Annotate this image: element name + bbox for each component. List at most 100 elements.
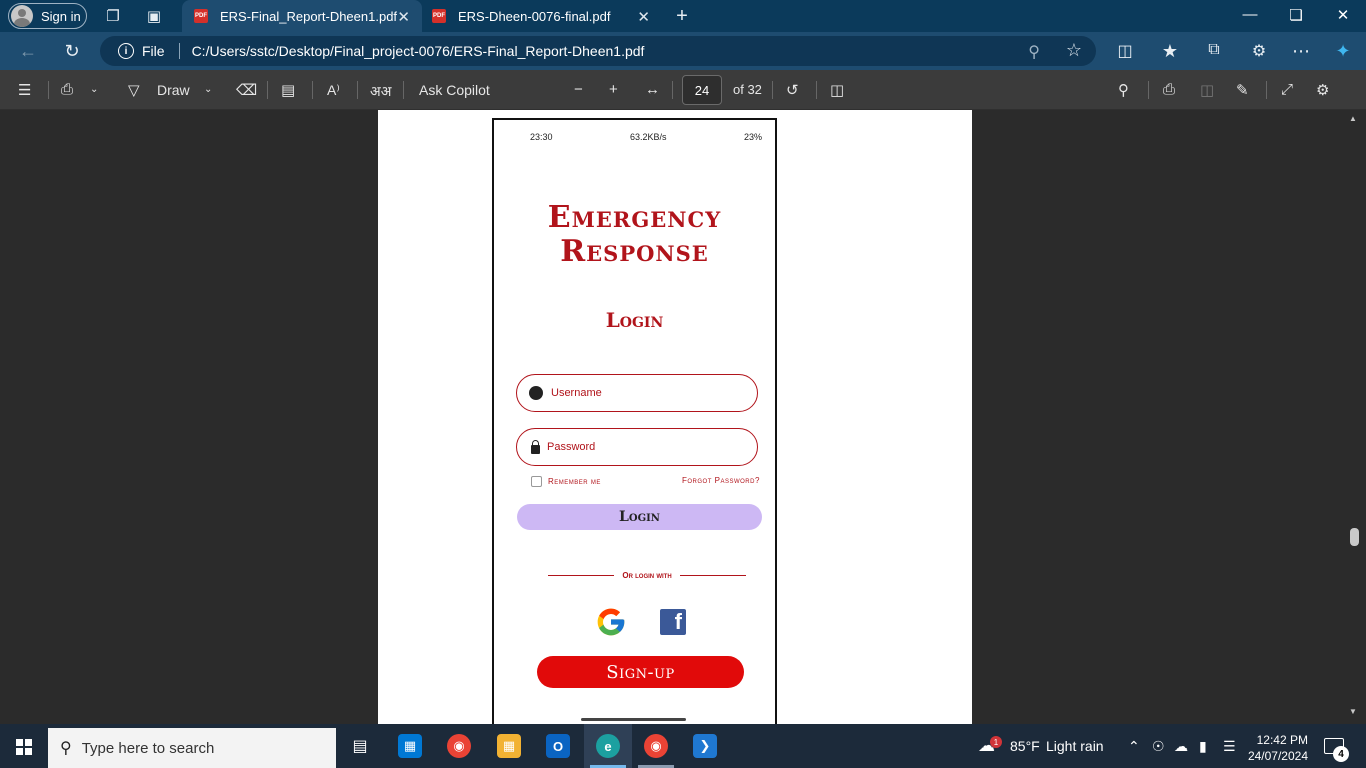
microsoft-store-icon[interactable]: ▦	[398, 734, 422, 758]
copilot-icon[interactable]: ✦	[1332, 41, 1354, 62]
search-placeholder: Type here to search	[81, 739, 215, 757]
search-icon[interactable]: ⚲	[1118, 81, 1129, 99]
minimize-icon[interactable]: —	[1240, 6, 1260, 23]
login-heading: Login	[605, 308, 664, 332]
favorites-icon[interactable]: ★	[1159, 41, 1181, 62]
tab-title: ERS-Final_Report-Dheen1.pdf	[220, 8, 398, 24]
save-as-icon[interactable]: ✎	[1236, 81, 1249, 99]
tab-ers-dheen-final[interactable]: PDF ERS-Dheen-0076-final.pdf ✕	[422, 0, 662, 32]
info-icon[interactable]: i	[118, 43, 134, 59]
fit-page-icon[interactable]: ↔	[645, 81, 660, 98]
ask-copilot-button[interactable]: Ask Copilot	[419, 82, 490, 98]
draw-label[interactable]: Draw	[157, 82, 190, 98]
draw-icon[interactable]: ▽	[128, 81, 140, 99]
tab-ers-final-report[interactable]: PDF ERS-Final_Report-Dheen1.pdf ✕	[182, 0, 422, 32]
pdf-viewport[interactable]: 23:30 63.2KB/s 23% Emergency Response Lo…	[0, 110, 1366, 724]
total-pages-label: of 32	[733, 82, 762, 97]
or-login-with-label: Or login with	[622, 571, 672, 580]
username-placeholder: Username	[551, 387, 602, 399]
wifi-icon[interactable]: ☰	[1223, 738, 1236, 755]
app-title-line2: Response	[560, 234, 709, 269]
chrome-icon[interactable]: ◉	[447, 734, 471, 758]
scroll-down-arrow-icon[interactable]: ▼	[1349, 707, 1357, 716]
password-field: Password	[516, 428, 758, 466]
close-window-icon[interactable]: ✕	[1333, 6, 1353, 24]
address-bar[interactable]: i File C:/Users/sstc/Desktop/Final_proje…	[100, 36, 1096, 66]
login-button: Login	[517, 504, 762, 530]
close-tab-icon[interactable]: ✕	[397, 8, 410, 26]
sign-in-button[interactable]: Sign in	[8, 3, 87, 29]
eraser-icon[interactable]: ⌫	[236, 81, 257, 99]
pdf-icon: PDF	[194, 9, 208, 23]
performance-icon[interactable]: ⚙	[1248, 41, 1270, 61]
show-hidden-icons-chevron-icon[interactable]: ⌃	[1128, 738, 1140, 755]
back-arrow-icon[interactable]: ←	[17, 41, 39, 62]
tray-app-icon[interactable]: ☉	[1152, 738, 1165, 755]
clock[interactable]: 12:42 PM 24/07/2024	[1244, 732, 1308, 764]
phone-screenshot: 23:30 63.2KB/s 23% Emergency Response Lo…	[492, 118, 777, 724]
scroll-up-arrow-icon[interactable]: ▲	[1349, 114, 1357, 123]
print-icon[interactable]: ⎙	[1163, 81, 1175, 98]
contents-list-icon[interactable]: ☰	[18, 81, 31, 99]
page-number-input[interactable]: 24	[682, 75, 722, 105]
status-battery: 23%	[743, 132, 762, 142]
file-scheme-label: File	[142, 43, 165, 59]
fullscreen-icon[interactable]: ⤢	[1281, 81, 1293, 98]
weather-temp[interactable]: 85°F	[1010, 738, 1040, 754]
rotate-icon[interactable]: ↺	[786, 81, 799, 99]
read-aloud-icon[interactable]: A⁾	[327, 82, 340, 99]
highlight-icon[interactable]: ⎙	[61, 81, 73, 98]
translate-icon[interactable]: अअ	[370, 82, 391, 101]
avatar	[11, 5, 33, 27]
taskbar-search[interactable]: ⚲ Type here to search	[48, 728, 336, 768]
task-view-icon[interactable]: ▤	[348, 734, 372, 758]
clock-time: 12:42 PM	[1256, 733, 1308, 747]
chevron-down-icon[interactable]: ⌄	[204, 84, 212, 95]
zoom-out-icon[interactable]: −	[574, 81, 583, 98]
tab-actions-icon[interactable]: ▣	[144, 6, 164, 26]
divider	[816, 81, 817, 99]
or-login-with-divider: Or login with	[548, 571, 747, 580]
page-view-icon[interactable]: ◫	[830, 81, 844, 99]
collections-icon[interactable]: ⧉	[1203, 41, 1225, 59]
divider	[403, 81, 404, 99]
zoom-icon[interactable]: ⚲	[1028, 42, 1040, 62]
scrollbar[interactable]	[1346, 110, 1366, 724]
restore-icon[interactable]: ❏	[1286, 6, 1306, 24]
status-network-speed: 63.2KB/s	[629, 132, 667, 142]
workspaces-icon[interactable]: ❐	[103, 6, 123, 26]
divider	[178, 43, 180, 59]
battery-icon[interactable]: ▮	[1199, 738, 1207, 755]
refresh-icon[interactable]: ↻	[61, 41, 83, 62]
save-icon[interactable]: ◫	[1200, 81, 1214, 99]
windows-start-icon[interactable]	[16, 739, 32, 755]
scrollbar-thumb[interactable]	[1350, 528, 1359, 546]
divider	[1266, 81, 1267, 99]
phone-status-bar: 23:30 63.2KB/s 23%	[530, 132, 762, 142]
edge-icon[interactable]: e	[596, 734, 620, 758]
outlook-icon[interactable]: O	[546, 734, 570, 758]
weather-description[interactable]: Light rain	[1046, 738, 1104, 754]
zoom-in-icon[interactable]: +	[609, 81, 618, 98]
more-options-icon[interactable]: ⋯	[1290, 41, 1312, 62]
text-box-icon[interactable]: ▤	[281, 81, 295, 99]
tray-network-app-icon[interactable]: ☁	[1174, 738, 1188, 755]
divider	[48, 81, 49, 99]
notification-count-badge: 4	[1333, 746, 1349, 762]
vscode-icon[interactable]: ❯	[693, 734, 717, 758]
new-tab-icon[interactable]: +	[672, 5, 692, 27]
file-explorer-icon[interactable]: ▦	[497, 734, 521, 758]
sign-up-button: Sign-up	[537, 656, 744, 688]
weather-badge: 1	[990, 736, 1002, 748]
favorite-star-icon[interactable]: ☆	[1066, 40, 1082, 61]
split-screen-icon[interactable]: ◫	[1114, 41, 1136, 61]
url-text[interactable]: C:/Users/sstc/Desktop/Final_project-0076…	[192, 43, 645, 59]
taskbar: ⚲ Type here to search ▤ ▦ ◉ ▦ O e ◉ ❯ ☁ …	[0, 724, 1366, 768]
divider	[672, 81, 673, 99]
chevron-down-icon[interactable]: ⌄	[90, 84, 98, 95]
settings-gear-icon[interactable]: ⚙	[1316, 81, 1329, 99]
app-title-line1: Emergency	[547, 200, 722, 235]
user-icon	[529, 386, 543, 400]
close-tab-icon[interactable]: ✕	[637, 8, 650, 26]
chrome-profile-icon[interactable]: ◉	[644, 734, 668, 758]
